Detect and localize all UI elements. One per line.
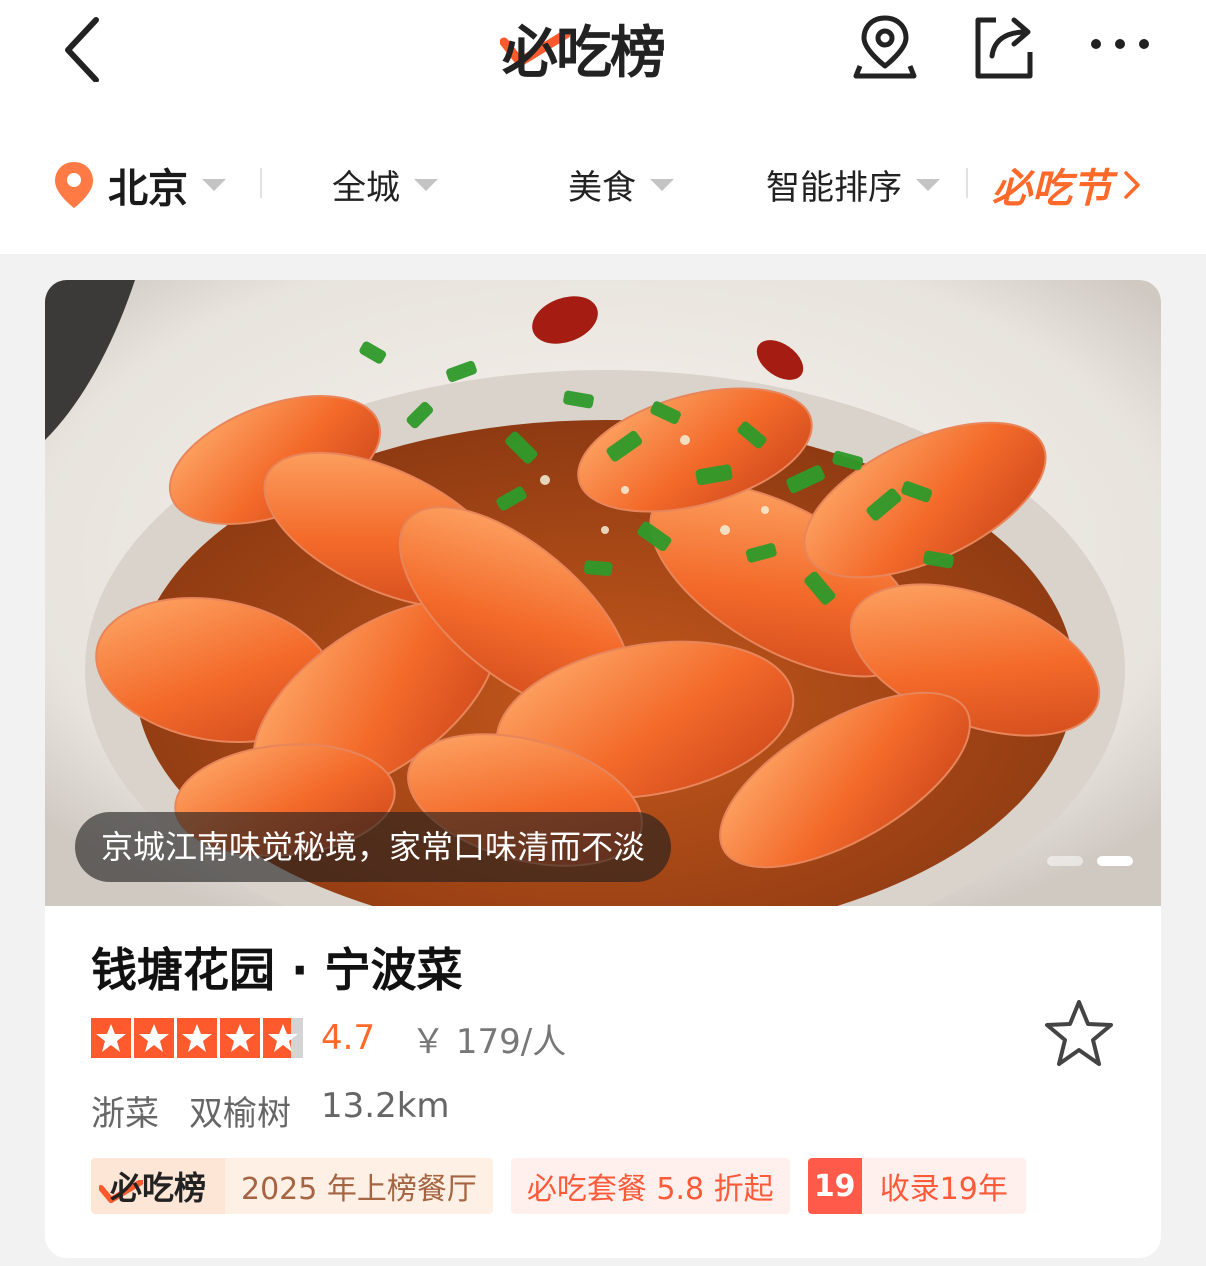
- category-filter[interactable]: 美食: [568, 160, 674, 209]
- ranking-tag[interactable]: 必吃榜 2025 年上榜餐厅: [91, 1158, 493, 1214]
- dropdown-arrow-icon: [650, 178, 674, 191]
- divider: [260, 168, 262, 198]
- more-icon: [1091, 39, 1149, 49]
- years-text: 收录19年: [861, 1158, 1026, 1214]
- rating-score: 4.7: [321, 1018, 376, 1058]
- carousel-dot-active[interactable]: [1097, 856, 1133, 866]
- festival-link[interactable]: 必吃节: [992, 156, 1144, 214]
- years-number: 19: [807, 1158, 862, 1214]
- festival-label: 必吃节: [992, 166, 1112, 212]
- dropdown-arrow-icon: [202, 179, 226, 191]
- ranking-badge-text: 必吃榜: [109, 1169, 206, 1207]
- star-outline-icon: [1045, 1000, 1113, 1066]
- tag-row: 必吃榜 2025 年上榜餐厅 必吃套餐 5.8 折起 19 收录19年: [91, 1158, 1026, 1214]
- star-full-icon: [91, 1018, 131, 1058]
- favorite-button[interactable]: [1039, 994, 1119, 1074]
- cuisine-label: 浙菜: [91, 1094, 159, 1134]
- photo-caption: 京城江南味觉秘境，家常口味清而不淡: [75, 812, 672, 882]
- deal-tag[interactable]: 必吃套餐 5.8 折起: [510, 1158, 790, 1214]
- divider: [966, 168, 968, 198]
- years-tag[interactable]: 19 收录19年: [807, 1158, 1026, 1214]
- carousel-indicator: [1047, 856, 1133, 866]
- back-button[interactable]: [58, 12, 118, 83]
- sort-filter-label: 智能排序: [766, 168, 902, 208]
- more-options-button[interactable]: [1088, 12, 1154, 80]
- map-location-button[interactable]: [852, 12, 918, 80]
- logo-text: 必吃榜: [502, 20, 666, 86]
- area-filter-label: 全城: [332, 168, 400, 208]
- restaurant-meta: 浙菜 双榆树 13.2km: [91, 1086, 450, 1135]
- area-filter[interactable]: 全城: [332, 160, 438, 209]
- city-label: 北京: [108, 166, 188, 212]
- ranking-badge: 必吃榜: [91, 1158, 225, 1214]
- chevron-right-icon: [1124, 171, 1140, 199]
- star-full-icon: [177, 1018, 217, 1058]
- price-per-person: ￥ 179/人: [411, 1021, 567, 1062]
- share-button[interactable]: [970, 12, 1036, 80]
- filter-bar: 北京 全城 美食 智能排序 必吃节: [0, 120, 1206, 254]
- share-icon: [975, 17, 1033, 79]
- star-full-icon: [134, 1018, 174, 1058]
- star-full-icon: [220, 1018, 260, 1058]
- dropdown-arrow-icon: [916, 178, 940, 191]
- distance-label: 13.2km: [321, 1086, 450, 1126]
- sort-filter[interactable]: 智能排序: [766, 160, 940, 209]
- top-navigation-bar: 必吃榜: [0, 0, 1206, 120]
- district-label: 双榆树: [189, 1094, 291, 1134]
- ranking-tag-text: 2025 年上榜餐厅: [225, 1158, 493, 1214]
- dropdown-arrow-icon: [414, 178, 438, 191]
- carousel-dot[interactable]: [1047, 856, 1083, 866]
- rating-row: 4.7 ￥ 179/人: [91, 1016, 567, 1062]
- restaurant-card[interactable]: 京城江南味觉秘境，家常口味清而不淡 钱塘花园 · 宁波菜 4.7 ￥ 179/人…: [45, 280, 1161, 1258]
- star-partial-icon: [263, 1018, 303, 1058]
- location-pin-icon: [55, 162, 93, 208]
- city-selector[interactable]: 北京: [52, 156, 226, 214]
- star-rating: [91, 1018, 303, 1058]
- category-filter-label: 美食: [568, 168, 636, 208]
- back-icon: [65, 17, 99, 83]
- map-pin-icon: [853, 15, 917, 79]
- restaurant-name[interactable]: 钱塘花园 · 宁波菜: [91, 934, 463, 1000]
- app-logo: 必吃榜: [500, 10, 666, 86]
